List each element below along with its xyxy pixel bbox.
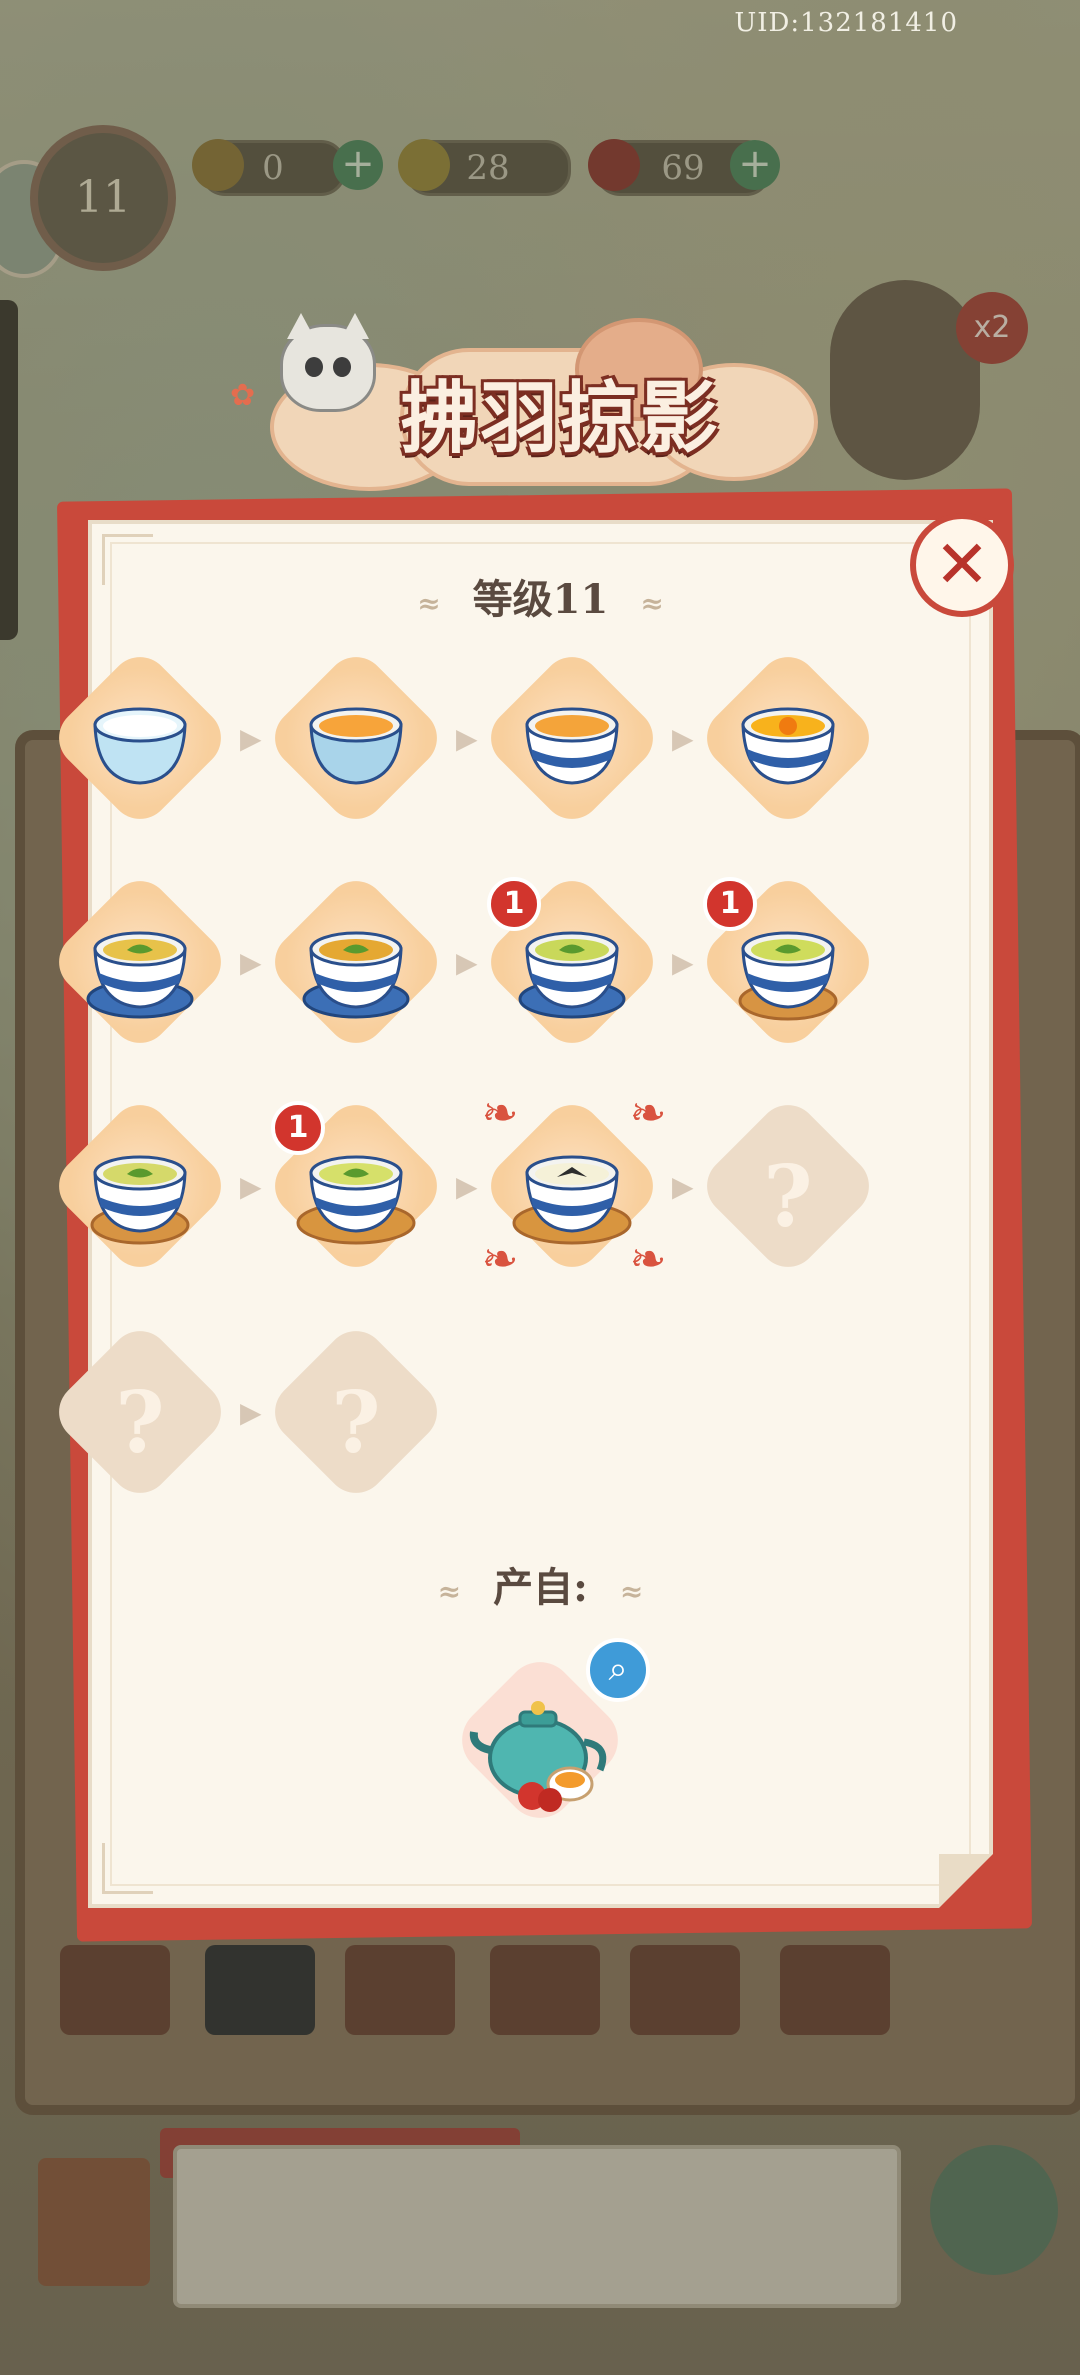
- chain-item-slot[interactable]: ?: [694, 1092, 882, 1280]
- chrysanthemum-tea-cup-icon: [741, 707, 835, 785]
- locked-question-icon: ?: [115, 1373, 165, 1472]
- chain-arrow-icon: ▶: [672, 722, 694, 755]
- magnifier-icon: ⌕: [608, 1649, 628, 1689]
- chain-arrow-icon: ▶: [240, 946, 262, 979]
- chain-item-slot[interactable]: [46, 1092, 234, 1280]
- tea-cup-orange-brew-icon: [309, 707, 403, 785]
- chain-arrow-icon: ▶: [456, 946, 478, 979]
- chain-item-slot[interactable]: ?: [262, 1318, 450, 1506]
- chain-item-slot[interactable]: 1: [478, 868, 666, 1056]
- chain-arrow-icon: ▶: [240, 722, 262, 755]
- ornament-right-icon: ≈: [640, 586, 664, 620]
- flower-icon: ✿: [230, 378, 256, 413]
- notification-badge: 1: [487, 877, 541, 931]
- source-heading: ≈ 产自: ≈: [88, 1555, 993, 1613]
- tea-jar-on-tray-icon: [90, 1155, 190, 1245]
- search-button[interactable]: ⌕: [586, 1638, 650, 1702]
- cat-mascot-icon: [280, 313, 376, 412]
- chain-arrow-icon: ▶: [240, 1170, 262, 1203]
- chain-item-slot[interactable]: [46, 868, 234, 1056]
- empty-celadon-cup-icon: [93, 707, 187, 785]
- selection-corner-icon: ❧: [481, 1234, 519, 1285]
- chain-item-slot[interactable]: 1: [262, 1092, 450, 1280]
- notification-badge: 1: [271, 1101, 325, 1155]
- blue-leaf-cup-on-saucer-icon: [302, 931, 410, 1019]
- chain-item-slot[interactable]: [46, 644, 234, 832]
- level-heading: ≈ 等级11 ≈: [88, 567, 993, 625]
- source-label: 产自:: [493, 1564, 588, 1611]
- chain-item-slot[interactable]: [262, 644, 450, 832]
- selection-corner-icon: ❧: [481, 1088, 519, 1139]
- locked-question-icon: ?: [331, 1373, 381, 1472]
- chain-item-slot[interactable]: ❧ ❧ ❧ ❧: [478, 1092, 666, 1282]
- title-banner: ✿ 拂羽掠影: [230, 313, 818, 491]
- panel-corner: [102, 1843, 153, 1894]
- ornament-left-icon: ≈: [437, 1574, 462, 1608]
- blue-pattern-tea-cup-icon: [525, 707, 619, 785]
- chain-item-slot[interactable]: ?: [46, 1318, 234, 1506]
- page-fold: [939, 1854, 993, 1908]
- selection-corner-icon: ❧: [629, 1088, 667, 1139]
- chain-arrow-icon: ▶: [456, 1170, 478, 1203]
- locked-question-icon: ?: [763, 1147, 813, 1246]
- notification-badge: 1: [703, 877, 757, 931]
- uid-label: UID:132181410: [734, 8, 958, 38]
- chain-item-slot[interactable]: [694, 644, 882, 832]
- chain-arrow-icon: ▶: [240, 1396, 262, 1429]
- chain-item-slot[interactable]: 1: [694, 868, 882, 1056]
- chain-arrow-icon: ▶: [672, 1170, 694, 1203]
- covered-tea-cup-on-saucer-icon: [86, 931, 194, 1019]
- selection-corner-icon: ❧: [629, 1234, 667, 1285]
- chain-item-slot[interactable]: [262, 868, 450, 1056]
- level-label: 等级11: [472, 576, 609, 623]
- chain-arrow-icon: ▶: [456, 722, 478, 755]
- ornament-left-icon: ≈: [417, 586, 441, 620]
- chain-item-slot[interactable]: [478, 644, 666, 832]
- banner-title: 拂羽掠影: [399, 373, 720, 464]
- ornament-right-icon: ≈: [619, 1574, 644, 1608]
- chain-arrow-icon: ▶: [672, 946, 694, 979]
